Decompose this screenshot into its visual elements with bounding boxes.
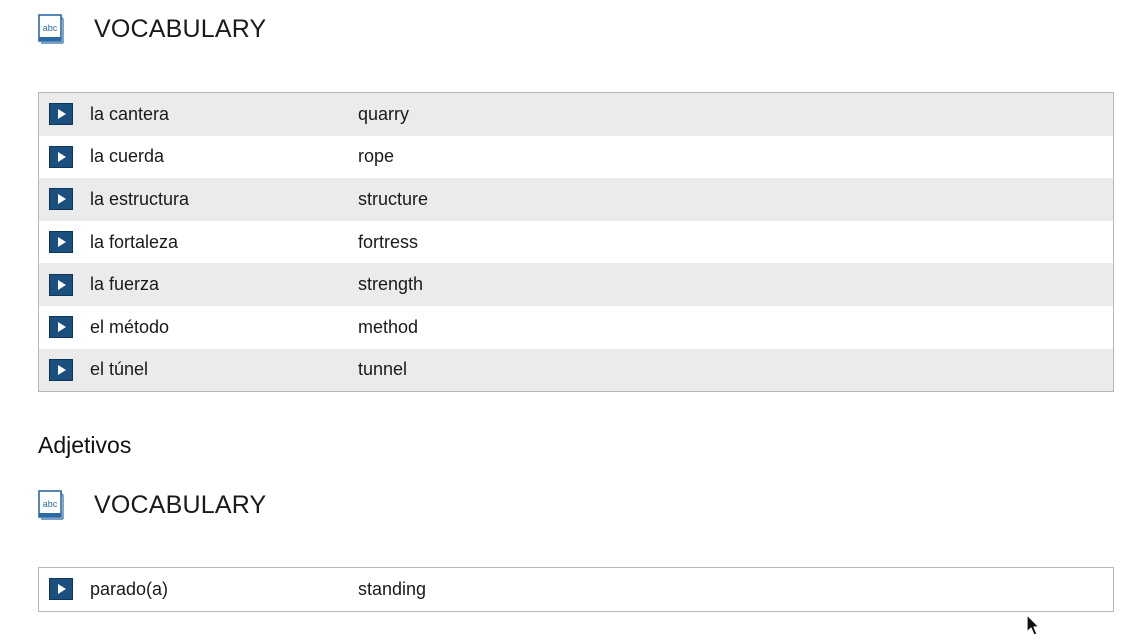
vocabulary-row: el túnel tunnel [39, 348, 1113, 392]
vocabulary-book-icon: abc [38, 490, 64, 520]
spanish-term: el túnel [90, 359, 149, 380]
vocabulary-row: la cantera quarry [39, 93, 1113, 136]
svg-text:abc: abc [43, 499, 58, 509]
vocabulary-title: VOCABULARY [94, 14, 267, 43]
english-translation: tunnel [358, 359, 408, 380]
spanish-term: el método [90, 316, 170, 337]
spanish-term: la cuerda [90, 146, 165, 167]
spanish-term: la fuerza [90, 274, 160, 295]
svg-text:abc: abc [43, 23, 58, 33]
play-icon[interactable] [49, 188, 73, 211]
english-translation: fortress [358, 231, 419, 252]
play-icon[interactable] [49, 103, 73, 126]
vocabulary-row: la fortaleza fortress [39, 220, 1113, 264]
english-translation: quarry [358, 103, 410, 124]
play-icon[interactable] [49, 316, 73, 339]
english-translation: rope [358, 146, 395, 167]
vocabulary-table-1: la cantera quarry la cuerda rope la estr… [38, 92, 1114, 393]
vocabulary-row: la fuerza strength [39, 263, 1113, 306]
spanish-term: parado(a) [90, 578, 169, 599]
spanish-term: la estructura [90, 188, 190, 209]
english-translation: strength [358, 274, 424, 295]
vocabulary-header-1: abc VOCABULARY [38, 14, 266, 44]
vocabulary-row: la cuerda rope [39, 135, 1113, 179]
vocabulary-row: parado(a) standing [39, 568, 1113, 611]
play-icon[interactable] [49, 145, 73, 168]
english-translation: structure [358, 188, 429, 209]
vocabulary-table-2: parado(a) standing [38, 567, 1114, 612]
english-translation: standing [358, 578, 427, 599]
vocabulary-title: VOCABULARY [94, 490, 267, 519]
spanish-term: la fortaleza [90, 231, 179, 252]
play-icon[interactable] [49, 231, 73, 254]
spanish-term: la cantera [90, 103, 170, 124]
vocabulary-book-icon: abc [38, 14, 64, 44]
english-translation: method [358, 316, 419, 337]
section-heading-adjetivos: Adjetivos [38, 432, 132, 458]
vocabulary-row: la estructura structure [39, 178, 1113, 221]
play-icon[interactable] [49, 273, 73, 296]
play-icon[interactable] [49, 358, 73, 381]
vocabulary-row: el método method [39, 305, 1113, 349]
vocabulary-header-2: abc VOCABULARY [38, 490, 266, 520]
mouse-pointer-icon [1026, 614, 1042, 643]
play-icon[interactable] [49, 578, 73, 601]
